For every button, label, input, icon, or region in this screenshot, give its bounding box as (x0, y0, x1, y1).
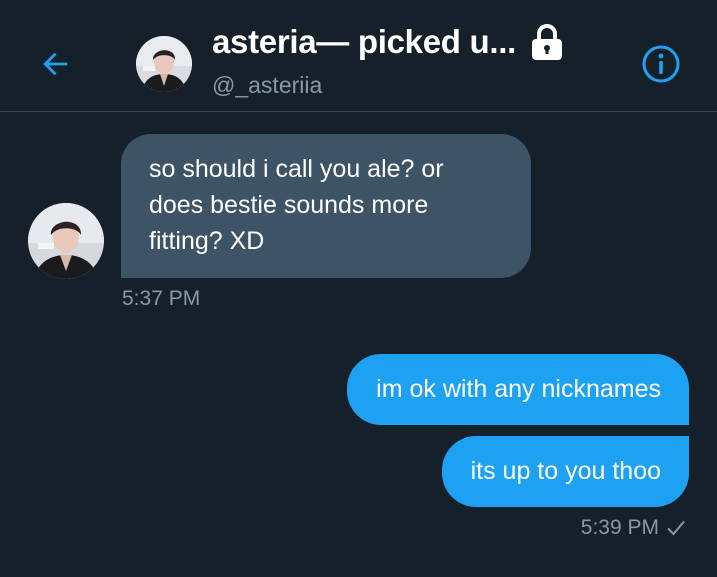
sender-avatar[interactable] (28, 203, 104, 279)
incoming-message-bubble[interactable]: so should i call you ale? or does bestie… (121, 134, 531, 278)
arrow-left-icon (43, 52, 68, 76)
conversation-header: asteria— picked u... @_asteriia (0, 0, 717, 112)
message-timestamp: 5:37 PM (122, 287, 201, 310)
avatar[interactable] (136, 36, 192, 92)
message-timestamp: 5:39 PM (580, 516, 659, 539)
back-button[interactable] (36, 44, 76, 84)
outgoing-message-status: 5:39 PM (581, 516, 687, 540)
checkmark-icon (665, 517, 687, 539)
outgoing-message-bubble[interactable]: its up to you thoo (441, 436, 689, 507)
conversation-handle: @_asteriia (212, 72, 323, 98)
outgoing-message-bubble[interactable]: im ok with any nicknames (347, 354, 689, 425)
conversation-title: asteria— picked u... (212, 23, 516, 60)
header-title-row: asteria— picked u... (212, 22, 566, 62)
lock-icon (528, 22, 566, 62)
info-icon (642, 45, 680, 83)
info-button[interactable] (640, 43, 682, 85)
